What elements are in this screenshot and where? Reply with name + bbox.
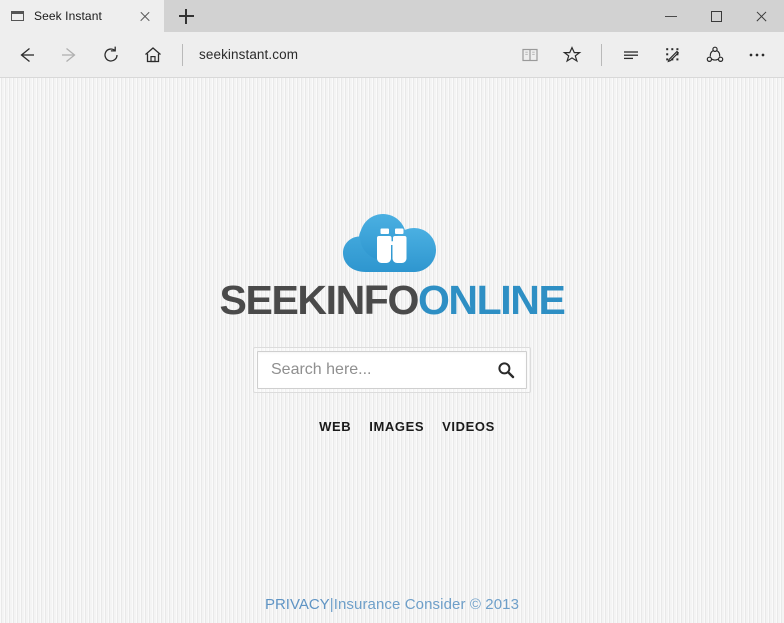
category-nav-links: WEB IMAGES VIDEOS <box>289 419 495 434</box>
reading-view-button[interactable] <box>509 36 551 74</box>
nav-link-videos[interactable]: VIDEOS <box>442 419 495 434</box>
tab-title: Seek Instant <box>34 9 102 23</box>
tab-strip: Seek Instant <box>0 0 784 32</box>
site-wordmark: SEEKINFOONLINE <box>219 277 566 323</box>
navigation-bar: seekinstant.com <box>0 32 784 78</box>
search-box-inner <box>257 351 527 389</box>
address-bar-url: seekinstant.com <box>199 47 299 62</box>
back-button[interactable] <box>6 36 48 74</box>
home-button[interactable] <box>132 36 174 74</box>
favorites-button[interactable] <box>551 36 593 74</box>
forward-button[interactable] <box>48 36 90 74</box>
toolbar-right <box>509 36 778 74</box>
address-bar[interactable]: seekinstant.com <box>191 36 509 74</box>
search-box <box>253 347 531 393</box>
browser-window: Seek Instant seekinstant.com SEEKINFOONL… <box>0 0 784 623</box>
arrow-right-icon <box>62 47 76 62</box>
wordmark-part-1: SEEKINFO <box>219 277 420 323</box>
web-notes-button[interactable] <box>652 36 694 74</box>
page-content: SEEKINFOONLINE WEB IMAGES VIDE <box>0 78 784 623</box>
hub-lines-icon <box>624 50 638 59</box>
footer-copyright: Insurance Consider © 2013 <box>333 596 520 613</box>
window-controls <box>649 0 784 32</box>
close-icon[interactable] <box>739 0 784 32</box>
footer-privacy-link[interactable]: PRIVACY <box>265 596 330 613</box>
tab-close-icon[interactable] <box>134 5 156 27</box>
new-tab-button[interactable] <box>164 0 208 32</box>
toolbar-separator <box>601 43 602 66</box>
refresh-button[interactable] <box>90 36 132 74</box>
home-icon <box>145 46 161 62</box>
search-submit-button[interactable] <box>486 352 526 388</box>
nav-link-web[interactable]: WEB <box>319 419 351 434</box>
tab-seek-instant[interactable]: Seek Instant <box>0 0 164 32</box>
site-logo-block: SEEKINFOONLINE <box>219 206 566 323</box>
hub-button[interactable] <box>610 36 652 74</box>
search-input[interactable] <box>258 361 486 379</box>
window-icon <box>10 8 26 24</box>
share-button[interactable] <box>694 36 736 74</box>
share-icon <box>706 46 724 62</box>
refresh-icon <box>104 46 118 62</box>
nav-separator <box>182 43 183 66</box>
pencil-note-icon <box>666 47 680 62</box>
wordmark-part-2: ONLINE <box>417 277 566 323</box>
star-icon <box>562 45 582 62</box>
ellipsis-icon <box>749 53 765 56</box>
book-icon <box>522 48 538 61</box>
cloud-binoculars-logo <box>342 214 436 272</box>
arrow-left-icon <box>20 47 34 62</box>
page-viewport: SEEKINFOONLINE WEB IMAGES VIDE <box>0 78 784 623</box>
nav-link-images[interactable]: IMAGES <box>369 419 424 434</box>
settings-button[interactable] <box>736 36 778 74</box>
maximize-icon[interactable] <box>694 0 739 32</box>
page-footer: PRIVACY | Insurance Consider © 2013 <box>0 596 784 613</box>
minimize-icon[interactable] <box>649 0 694 32</box>
search-icon <box>498 362 515 379</box>
